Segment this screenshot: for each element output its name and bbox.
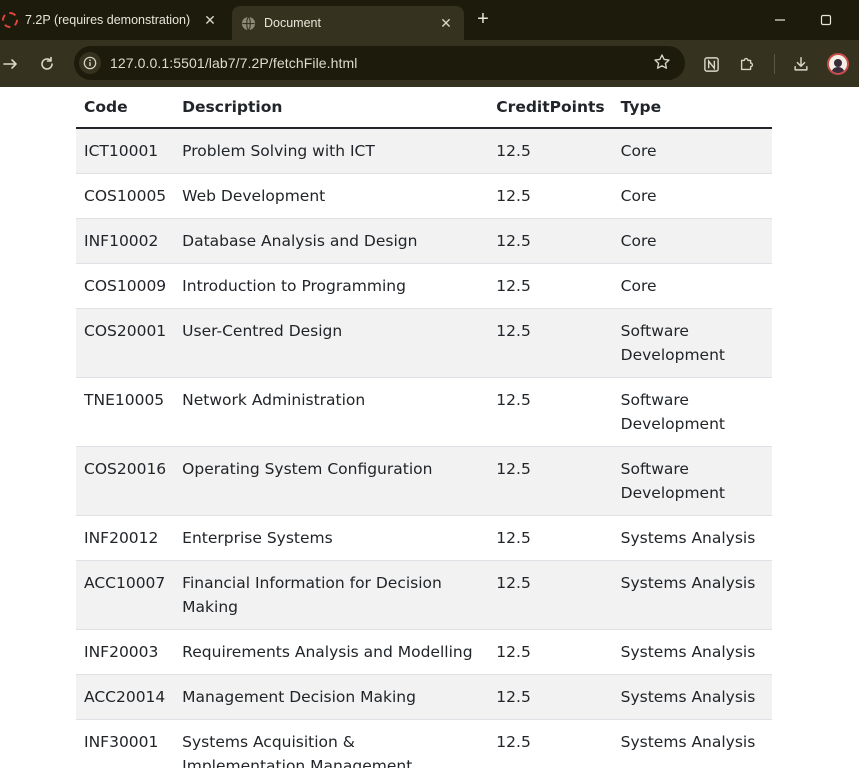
cell-type: Software Development (612, 377, 772, 447)
cell-type: Software Development (612, 446, 772, 516)
header-creditpoints: CreditPoints (488, 87, 613, 129)
header-type: Type (612, 87, 772, 129)
cell-creditpoints: 12.5 (488, 308, 613, 378)
units-table: Code Description CreditPoints Type ICT10… (76, 87, 772, 768)
maximize-icon[interactable] (814, 8, 838, 32)
table-row: INF10002 Database Analysis and Design 12… (76, 218, 772, 264)
cell-code: ACC20014 (76, 674, 175, 720)
table-row: COS20001 User-Centred Design 12.5 Softwa… (76, 308, 772, 378)
table-row: COS10005 Web Development 12.5 Core (76, 173, 772, 219)
notion-icon[interactable] (698, 51, 724, 77)
tab-title: 7.2P (requires demonstration) (25, 13, 191, 27)
globe-icon (240, 15, 256, 31)
table-row: ICT10001 Problem Solving with ICT 12.5 C… (76, 128, 772, 174)
cell-code: INF30001 (76, 719, 175, 768)
loading-spinner-icon (2, 12, 18, 28)
cell-description: Financial Information for Decision Makin… (174, 560, 489, 630)
cell-code: INF10002 (76, 218, 175, 264)
cell-creditpoints: 12.5 (488, 674, 613, 720)
cell-code: COS10009 (76, 263, 175, 309)
cell-creditpoints: 12.5 (488, 173, 613, 219)
tab-strip: 7.2P (requires demonstration) ✕ Document… (0, 0, 859, 40)
cell-creditpoints: 12.5 (488, 263, 613, 309)
close-icon[interactable]: ✕ (436, 13, 456, 33)
cell-code: COS20016 (76, 446, 175, 516)
table-row: INF20012 Enterprise Systems 12.5 Systems… (76, 515, 772, 561)
cell-description: Network Administration (174, 377, 489, 447)
cell-type: Systems Analysis (612, 560, 772, 630)
cell-description: Web Development (174, 173, 489, 219)
tab-active[interactable]: Document ✕ (232, 6, 464, 40)
cell-type: Core (612, 218, 772, 264)
avatar-face (834, 59, 842, 67)
table-row: COS20016 Operating System Configuration … (76, 446, 772, 516)
cell-creditpoints: 12.5 (488, 218, 613, 264)
address-bar[interactable]: 127.0.0.1:5501/lab7/7.2P/fetchFile.html (74, 46, 685, 80)
cell-code: INF20012 (76, 515, 175, 561)
cell-creditpoints: 12.5 (488, 515, 613, 561)
minimize-icon[interactable] (768, 8, 792, 32)
cell-description: Enterprise Systems (174, 515, 489, 561)
cell-creditpoints: 12.5 (488, 377, 613, 447)
cell-creditpoints: 12.5 (488, 128, 613, 174)
table-row: ACC10007 Financial Information for Decis… (76, 560, 772, 630)
cell-creditpoints: 12.5 (488, 629, 613, 675)
table-row: INF30001 Systems Acquisition & Implement… (76, 719, 772, 768)
tab-inactive[interactable]: 7.2P (requires demonstration) ✕ (0, 0, 228, 40)
browser-toolbar: 127.0.0.1:5501/lab7/7.2P/fetchFile.html (0, 40, 859, 87)
page-content: Code Description CreditPoints Type ICT10… (0, 87, 859, 768)
cell-type: Core (612, 173, 772, 219)
cell-description: Problem Solving with ICT (174, 128, 489, 174)
avatar-icon[interactable] (827, 53, 849, 75)
cell-type: Systems Analysis (612, 515, 772, 561)
cell-code: ICT10001 (76, 128, 175, 174)
cell-description: Operating System Configuration (174, 446, 489, 516)
avatar-body (831, 67, 845, 73)
cell-creditpoints: 12.5 (488, 560, 613, 630)
star-icon[interactable] (653, 53, 673, 73)
download-icon[interactable] (788, 51, 814, 77)
cell-description: Database Analysis and Design (174, 218, 489, 264)
table-header-row: Code Description CreditPoints Type (76, 87, 772, 129)
cell-type: Software Development (612, 308, 772, 378)
puzzle-icon[interactable] (734, 51, 760, 77)
cell-type: Systems Analysis (612, 629, 772, 675)
cell-code: INF20003 (76, 629, 175, 675)
table-row: ACC20014 Management Decision Making 12.5… (76, 674, 772, 720)
cell-description: User-Centred Design (174, 308, 489, 378)
cell-description: Requirements Analysis and Modelling (174, 629, 489, 675)
cell-creditpoints: 12.5 (488, 719, 613, 768)
table-row: INF20003 Requirements Analysis and Model… (76, 629, 772, 675)
cell-description: Introduction to Programming (174, 263, 489, 309)
header-description: Description (174, 87, 489, 129)
cell-code: ACC10007 (76, 560, 175, 630)
cell-code: COS20001 (76, 308, 175, 378)
reload-icon[interactable] (34, 51, 60, 77)
toolbar-separator (774, 54, 775, 74)
header-code: Code (76, 87, 175, 129)
cell-type: Core (612, 128, 772, 174)
forward-arrow-icon[interactable] (0, 51, 24, 77)
cell-code: COS10005 (76, 173, 175, 219)
plus-icon[interactable]: + (472, 9, 494, 31)
table-row: COS10009 Introduction to Programming 12.… (76, 263, 772, 309)
cell-type: Core (612, 263, 772, 309)
cell-type: Systems Analysis (612, 719, 772, 768)
cell-type: Systems Analysis (612, 674, 772, 720)
cell-description: Systems Acquisition & Implementation Man… (174, 719, 489, 768)
tab-title: Document (264, 16, 321, 30)
close-icon[interactable]: ✕ (200, 10, 220, 30)
info-icon[interactable] (79, 52, 101, 74)
cell-description: Management Decision Making (174, 674, 489, 720)
cell-code: TNE10005 (76, 377, 175, 447)
cell-creditpoints: 12.5 (488, 446, 613, 516)
url-text[interactable]: 127.0.0.1:5501/lab7/7.2P/fetchFile.html (110, 55, 358, 71)
table-row: TNE10005 Network Administration 12.5 Sof… (76, 377, 772, 447)
